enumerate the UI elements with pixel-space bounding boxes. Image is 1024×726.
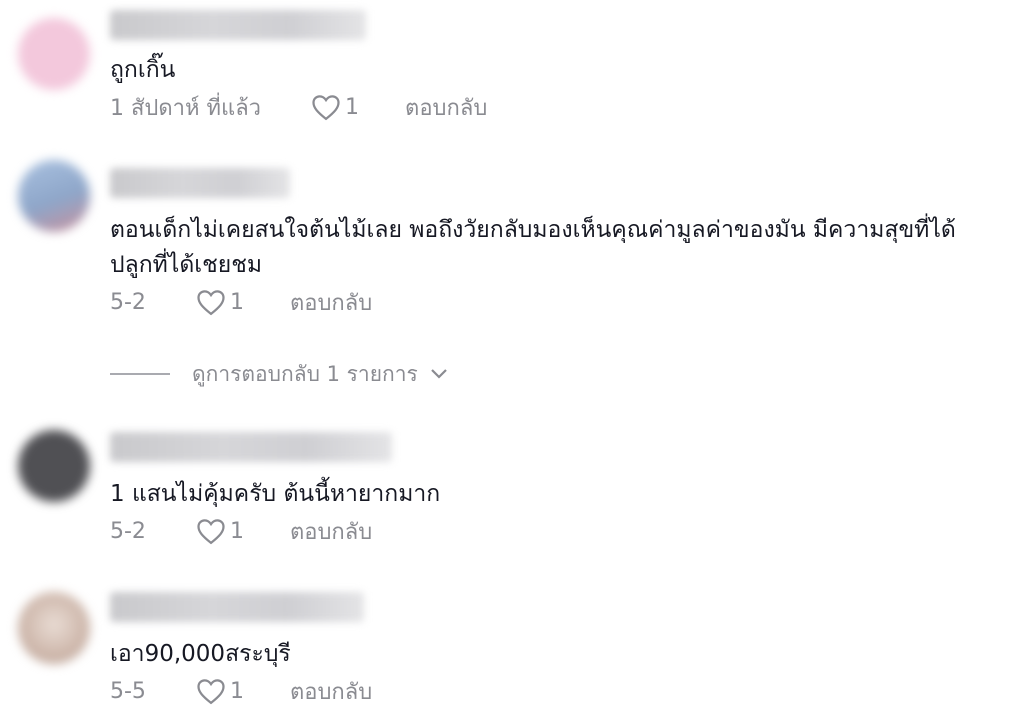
comment-meta: 5-5 1 ตอบกลับ	[110, 674, 372, 708]
like-count: 1	[229, 289, 244, 315]
view-replies-label: ดูการตอบกลับ 1 รายการ	[192, 361, 418, 386]
like-button[interactable]: 1	[311, 93, 359, 121]
heart-outline-icon	[197, 290, 225, 316]
comment-text-line2: ปลูกที่ได้เชยชม	[110, 252, 263, 278]
comment-meta: 5-2 1 ตอบกลับ	[110, 285, 372, 319]
comment-text: 1 แสนไม่คุ้มครับ ต้นนี้หายากมาก	[110, 481, 441, 507]
reply-button[interactable]: ตอบกลับ	[290, 285, 372, 320]
like-button[interactable]: 1	[196, 288, 244, 316]
comment-meta: 1 สัปดาห์ ที่แล้ว 1 ตอบกลับ	[110, 90, 487, 124]
avatar[interactable]	[18, 160, 90, 232]
reply-button[interactable]: ตอบกลับ	[290, 674, 372, 709]
comment-time: 5-2	[110, 518, 146, 544]
heart-outline-icon	[197, 679, 225, 705]
like-count: 1	[229, 518, 244, 544]
comment-time: 1 สัปดาห์ ที่แล้ว	[110, 95, 262, 121]
avatar[interactable]	[18, 430, 90, 502]
like-button[interactable]: 1	[196, 677, 244, 705]
comment-text: ถูกเกิ๊น	[110, 57, 176, 83]
avatar[interactable]	[18, 592, 90, 664]
username-blurred[interactable]	[110, 432, 392, 462]
divider-line	[110, 373, 170, 375]
reply-button[interactable]: ตอบกลับ	[405, 90, 487, 125]
heart-outline-icon	[197, 519, 225, 545]
comment-text: เอา90,000สระบุรี	[110, 641, 291, 667]
comment-text-line1: ตอนเด็กไม่เคยสนใจต้นไม้เลย พอถึงวัยกลับม…	[110, 217, 956, 243]
username-blurred[interactable]	[110, 592, 364, 622]
chevron-down-icon	[431, 369, 447, 379]
reply-button[interactable]: ตอบกลับ	[290, 514, 372, 549]
comment-time: 5-5	[110, 678, 146, 704]
username-blurred[interactable]	[110, 10, 366, 40]
view-replies-toggle[interactable]: ดูการตอบกลับ 1 รายการ	[110, 358, 448, 390]
username-blurred[interactable]	[110, 168, 290, 198]
comment-meta: 5-2 1 ตอบกลับ	[110, 514, 372, 548]
avatar[interactable]	[18, 18, 90, 90]
like-count: 1	[345, 94, 360, 120]
like-button[interactable]: 1	[196, 517, 244, 545]
like-count: 1	[229, 678, 244, 704]
comment-time: 5-2	[110, 289, 146, 315]
heart-outline-icon	[312, 95, 340, 121]
